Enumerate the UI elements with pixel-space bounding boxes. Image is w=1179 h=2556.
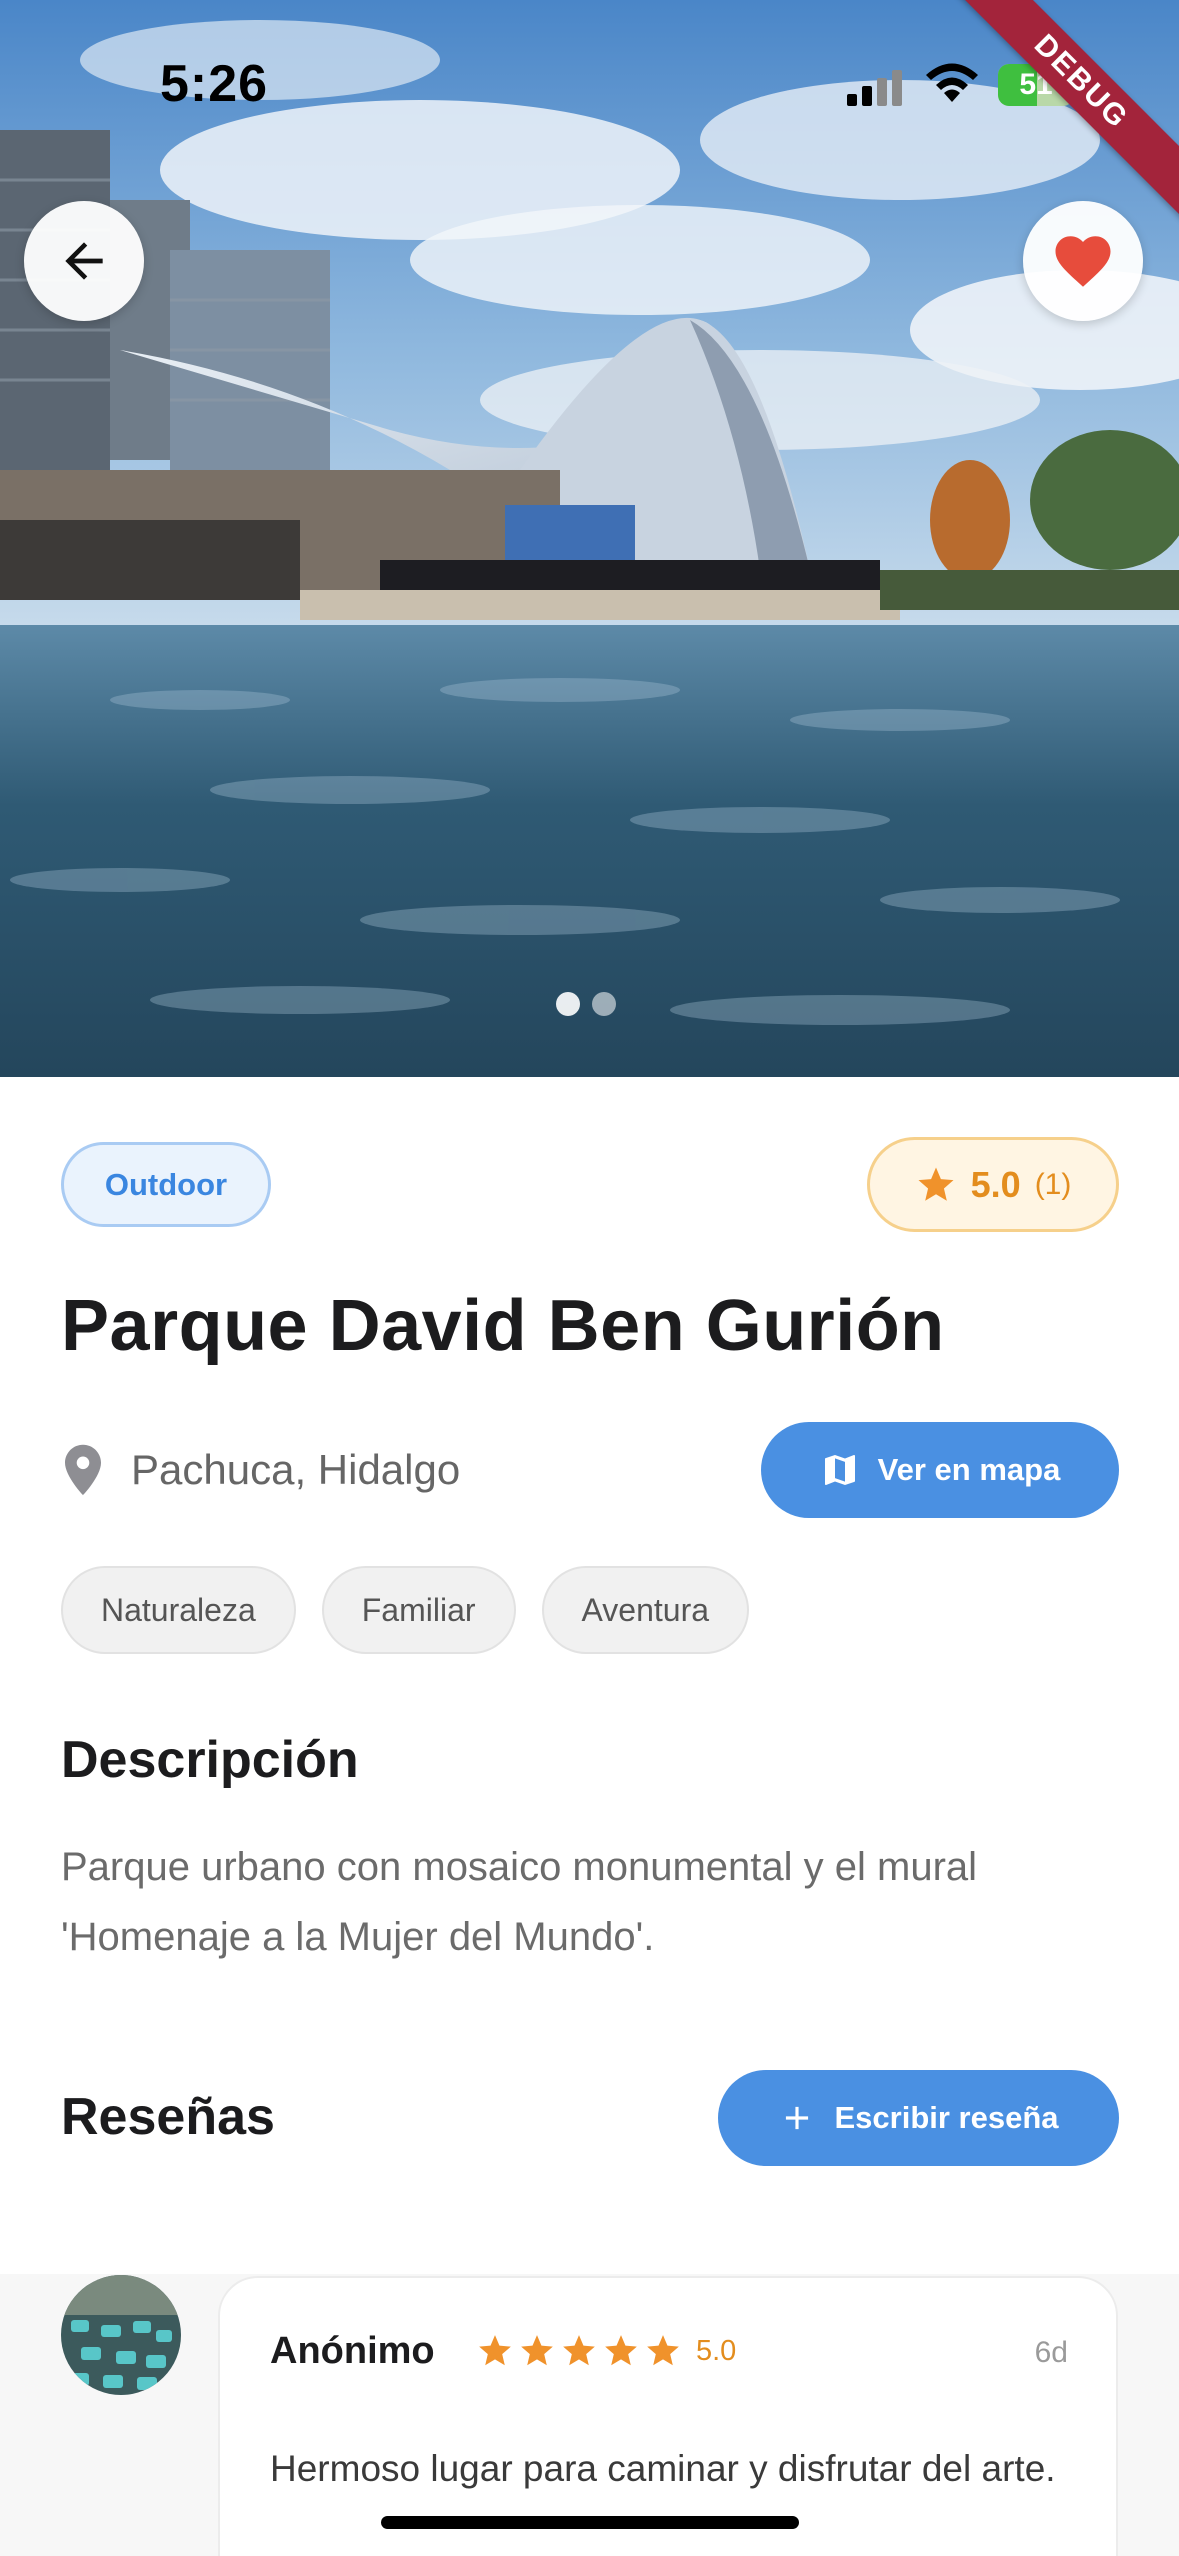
wifi-icon — [926, 63, 978, 102]
reviews-heading: Reseñas — [61, 2088, 275, 2146]
rating-value: 5.0 — [970, 1163, 1021, 1205]
description-heading: Descripción — [61, 1731, 359, 1789]
review-score: 5.0 — [696, 2334, 737, 2367]
heart-icon — [1055, 236, 1111, 287]
review-stars: 5.0 — [476, 2332, 736, 2370]
tag-chip[interactable]: Familiar — [321, 1566, 516, 1654]
review-date: 6d — [1034, 2336, 1068, 2369]
arrow-left-icon — [65, 242, 103, 280]
star-icon — [647, 2335, 679, 2366]
favorite-button[interactable] — [1023, 201, 1143, 321]
star-icon — [563, 2335, 595, 2366]
write-review-button[interactable]: Escribir reseña — [718, 2070, 1119, 2166]
star-icon — [479, 2335, 511, 2366]
star-icon — [918, 1167, 954, 1201]
tag-chip[interactable]: Aventura — [541, 1566, 750, 1654]
avatar — [61, 2275, 181, 2395]
place-title: Parque David Ben Gurión — [61, 1286, 945, 1366]
plus-icon — [786, 2106, 809, 2130]
type-chip: Outdoor — [61, 1142, 271, 1227]
cellular-signal-icon — [847, 70, 902, 106]
review-author: Anónimo — [270, 2330, 435, 2372]
view-map-label: Ver en mapa — [877, 1452, 1061, 1487]
star-icon — [605, 2335, 637, 2366]
back-button[interactable] — [24, 201, 144, 321]
write-review-label: Escribir reseña — [834, 2100, 1059, 2135]
tag-list: Naturaleza Familiar Aventura — [61, 1566, 750, 1654]
location: Pachuca, Hidalgo — [61, 1440, 460, 1500]
page-dot[interactable] — [556, 992, 580, 1016]
location-pin-icon — [65, 1444, 101, 1496]
view-map-button[interactable]: Ver en mapa — [761, 1422, 1119, 1518]
star-icon — [521, 2335, 553, 2366]
carousel-page-indicator — [556, 992, 616, 1020]
rating-chip: 5.0 (1) — [867, 1137, 1119, 1232]
description-text: Parque urbano con mosaico monumental y e… — [61, 1845, 978, 1959]
home-indicator — [381, 2516, 799, 2529]
review-card: Anónimo 5.0 6d Hermoso lugar para camina… — [218, 2276, 1118, 2556]
status-time: 5:26 — [160, 55, 269, 113]
tag-chip[interactable]: Naturaleza — [61, 1566, 296, 1654]
location-text: Pachuca, Hidalgo — [131, 1446, 461, 1493]
page-dot[interactable] — [592, 992, 616, 1016]
hero-image-carousel[interactable]: 5:26 51 DEBUG — [0, 0, 1179, 1077]
map-icon — [824, 1455, 855, 1485]
rating-count: (1) — [1034, 1167, 1072, 1201]
review-text: Hermoso lugar para caminar y disfrutar d… — [270, 2448, 1056, 2489]
